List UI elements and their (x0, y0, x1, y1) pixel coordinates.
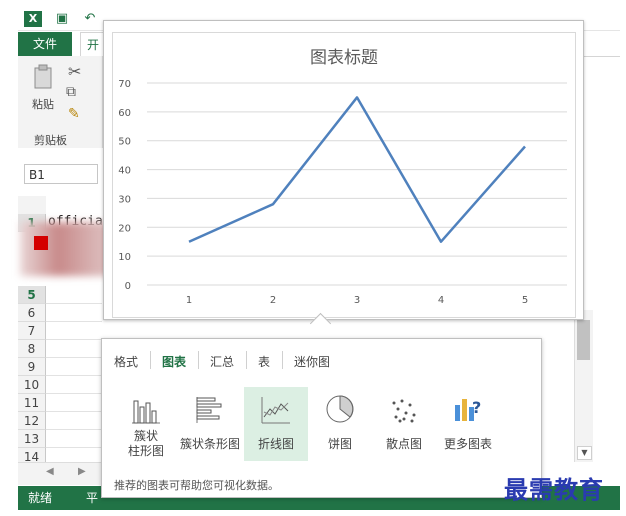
clustered-column-icon (132, 400, 160, 424)
scroll-right-icon[interactable]: ▶ (78, 466, 86, 477)
y-tick-label: 10 (118, 252, 131, 263)
save-icon[interactable]: ▣ (54, 11, 70, 27)
option-clustered-bar[interactable]: 簇状条形图 (178, 387, 242, 461)
x-tick-label: 5 (522, 295, 528, 306)
row-header[interactable]: 6 (18, 304, 46, 322)
option-pie-chart[interactable]: 饼图 (308, 387, 372, 461)
y-tick-label: 30 (118, 194, 131, 205)
grid-line (46, 357, 102, 358)
vertical-scrollbar[interactable]: ▼ (574, 310, 593, 462)
status-average: 平 (86, 491, 99, 505)
row-header[interactable]: 5 (18, 286, 46, 304)
tab-divider (282, 351, 283, 369)
tab-sparklines[interactable]: 迷你图 (294, 353, 330, 370)
tab-format[interactable]: 格式 (114, 353, 138, 370)
x-tick-label: 2 (270, 295, 276, 306)
tab-file[interactable]: 文件 (18, 32, 72, 56)
y-tick-label: 60 (118, 108, 131, 119)
x-tick-label: 3 (354, 295, 360, 306)
grid-line (46, 429, 102, 430)
chart-area[interactable]: 图表标题 0 10 20 30 40 50 60 70 1 2 3 4 5 (112, 32, 576, 318)
grid-line (46, 447, 102, 448)
x-tick-label: 1 (186, 295, 192, 306)
tab-divider (150, 351, 151, 369)
tab-divider (246, 351, 247, 369)
name-box[interactable]: B1 (24, 164, 98, 184)
redaction-mark (34, 236, 48, 250)
undo-icon[interactable]: ↶ (82, 11, 98, 27)
clustered-bar-icon (196, 397, 222, 423)
tab-divider (198, 351, 199, 369)
paste-label[interactable]: 粘贴 (32, 96, 54, 112)
excel-logo-icon: X (24, 11, 42, 27)
line-chart: 0 10 20 30 40 50 60 70 1 2 3 4 5 (118, 79, 567, 306)
watermark: 最需教育 (504, 475, 604, 504)
option-scatter-chart[interactable]: 散点图 (372, 387, 436, 461)
row-header[interactable]: 10 (18, 376, 46, 394)
quick-analysis-panel: 格式 图表 汇总 表 迷你图 簇状 柱形图 簇状条形图 折线图 饼图 散点图 ?… (101, 338, 542, 498)
copy-icon[interactable]: ⧉ (66, 84, 76, 100)
row-header[interactable]: 7 (18, 322, 46, 340)
row-header[interactable]: 11 (18, 394, 46, 412)
grid-line (46, 393, 102, 394)
tab-tables[interactable]: 表 (258, 353, 270, 370)
option-label: 簇状 柱形图 (127, 429, 164, 458)
option-label: 更多图表 (443, 437, 492, 451)
y-tick-label: 50 (118, 137, 131, 148)
y-tick-label: 20 (118, 223, 131, 234)
y-tick-label: 70 (118, 79, 131, 90)
status-ready: 就绪 (28, 491, 53, 505)
row-header[interactable]: 9 (18, 358, 46, 376)
more-charts-icon: ? (455, 398, 481, 421)
x-tick-label: 4 (438, 295, 444, 306)
cut-icon[interactable]: ✂ (68, 62, 81, 81)
y-tick-label: 40 (118, 166, 131, 177)
option-line-chart[interactable]: 折线图 (244, 387, 308, 461)
format-painter-icon[interactable]: ✎ (68, 106, 80, 122)
grid-line (46, 303, 102, 304)
paste-icon[interactable] (32, 64, 56, 90)
clipboard-group-label: 剪贴板 (34, 134, 67, 147)
grid-line (46, 375, 102, 376)
row-header[interactable]: 12 (18, 412, 46, 430)
row-header[interactable]: 13 (18, 430, 46, 448)
option-label: 饼图 (327, 437, 352, 451)
horizontal-scrollbar[interactable]: ◀ ▶ (18, 462, 102, 485)
pie-chart-icon (326, 395, 354, 423)
tab-charts[interactable]: 图表 (162, 353, 186, 370)
scroll-thumb[interactable] (577, 320, 590, 360)
scroll-down-icon[interactable]: ▼ (577, 446, 592, 460)
option-clustered-column[interactable]: 簇状 柱形图 (114, 387, 178, 461)
option-more-charts[interactable]: ? 更多图表 (436, 387, 500, 461)
scroll-left-icon[interactable]: ◀ (46, 466, 54, 477)
svg-text:?: ? (472, 398, 481, 417)
grid-line (46, 339, 102, 340)
option-label: 散点图 (385, 437, 422, 451)
grid-line (46, 321, 102, 322)
tab-totals[interactable]: 汇总 (210, 353, 234, 370)
line-chart-icon (261, 397, 290, 424)
y-tick-label: 0 (125, 281, 131, 292)
clipboard-group: 粘贴 ✂ ⧉ ✎ 剪贴板 (18, 56, 103, 148)
select-all-corner[interactable] (18, 196, 46, 215)
hint-text: 推荐的图表可帮助您可视化数据。 (114, 479, 279, 492)
option-label: 折线图 (257, 437, 294, 451)
grid-line (46, 411, 102, 412)
row-header[interactable]: 8 (18, 340, 46, 358)
option-label: 簇状条形图 (179, 437, 240, 451)
scatter-chart-icon (392, 399, 416, 423)
